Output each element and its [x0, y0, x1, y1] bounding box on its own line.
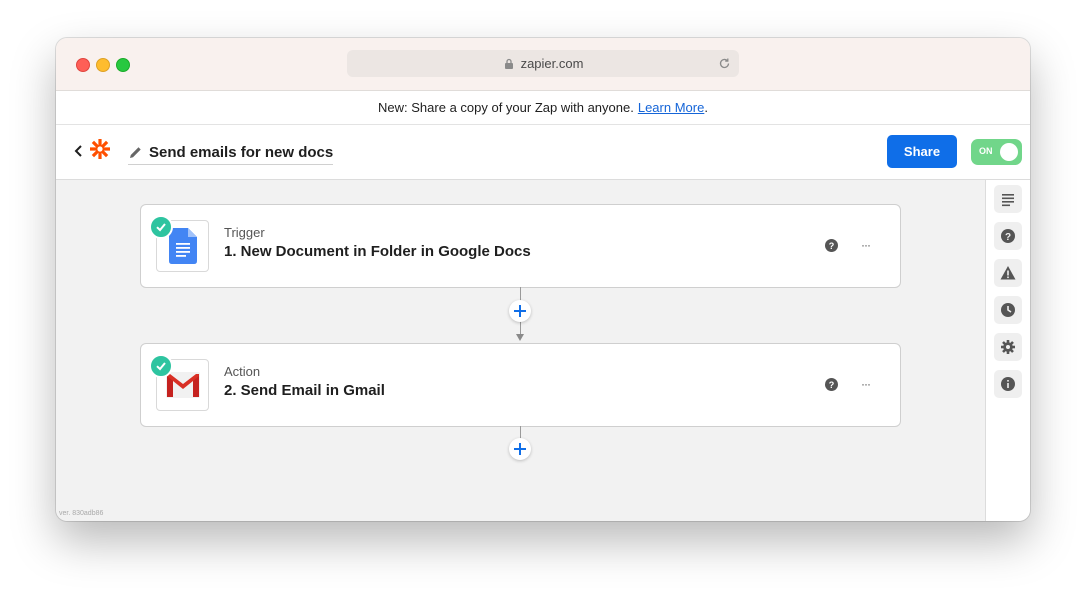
google-docs-icon	[168, 228, 197, 264]
sidebar-history-button[interactable]	[994, 296, 1022, 324]
add-step-button[interactable]	[509, 300, 531, 322]
zap-on-toggle[interactable]: ON	[971, 139, 1022, 165]
outline-icon	[1002, 194, 1014, 207]
lock-icon	[504, 58, 513, 69]
add-step-button[interactable]	[509, 438, 531, 460]
history-icon	[1001, 303, 1015, 317]
step-title: 1. New Document in Folder in Google Docs	[224, 243, 531, 260]
sidebar-outline-button[interactable]	[994, 185, 1022, 213]
plus-icon	[514, 305, 526, 317]
svg-text:?: ?	[829, 241, 835, 251]
toggle-label: ON	[979, 146, 993, 156]
step-title: 2. Send Email in Gmail	[224, 382, 385, 399]
step-more-menu[interactable]: ···	[861, 238, 871, 252]
sidebar-help-button[interactable]: ?	[994, 222, 1022, 250]
sidebar-info-button[interactable]	[994, 370, 1022, 398]
editor-sidebar: ?	[985, 180, 1030, 521]
zap-name: Send emails for new docs	[149, 143, 334, 161]
reload-icon[interactable]	[718, 57, 731, 70]
info-icon	[1001, 377, 1015, 391]
minimize-window-button[interactable]	[96, 58, 110, 72]
settings-icon	[1001, 340, 1015, 354]
browser-window: zapier.com New: Share a copy of your Zap…	[56, 38, 1030, 521]
step-complete-check-icon	[149, 215, 173, 239]
announcement-banner: New: Share a copy of your Zap with anyon…	[56, 91, 1030, 125]
trigger-step-card[interactable]: Trigger 1. New Document in Folder in Goo…	[140, 204, 901, 288]
step-complete-check-icon	[149, 354, 173, 378]
zapier-logo-icon[interactable]	[89, 138, 111, 160]
help-icon[interactable]: ?	[825, 378, 838, 391]
zap-editor-header: Send emails for new docs Share ON	[56, 125, 1030, 180]
warning-icon	[1000, 266, 1016, 280]
share-button[interactable]: Share	[887, 135, 957, 168]
banner-suffix: .	[704, 100, 708, 115]
help-icon[interactable]: ?	[825, 239, 838, 252]
step-type-label: Action	[224, 364, 261, 379]
banner-text: New: Share a copy of your Zap with anyon…	[378, 100, 634, 115]
pencil-icon	[130, 146, 141, 158]
connector-arrow-icon	[516, 334, 524, 341]
url-text: zapier.com	[520, 56, 584, 71]
svg-text:?: ?	[829, 380, 835, 390]
sidebar-settings-button[interactable]	[994, 333, 1022, 361]
action-step-card[interactable]: Action 2. Send Email in Gmail ? ···	[140, 343, 901, 427]
learn-more-link[interactable]: Learn More	[638, 100, 704, 115]
close-window-button[interactable]	[76, 58, 90, 72]
plus-icon	[514, 443, 526, 455]
address-bar[interactable]: zapier.com	[347, 50, 739, 77]
zap-name-editor[interactable]: Send emails for new docs	[128, 140, 334, 165]
step-more-menu[interactable]: ···	[861, 377, 871, 391]
gmail-icon	[165, 372, 200, 398]
version-label: ver. 830adb86	[59, 510, 104, 517]
zoom-window-button[interactable]	[116, 58, 130, 72]
svg-text:?: ?	[1005, 232, 1011, 243]
step-type-label: Trigger	[224, 225, 265, 240]
back-chevron-icon[interactable]	[73, 143, 85, 159]
toggle-knob	[1000, 143, 1018, 161]
browser-titlebar: zapier.com	[56, 38, 1030, 91]
sidebar-warning-button[interactable]	[994, 259, 1022, 287]
zap-editor-canvas: Trigger 1. New Document in Folder in Goo…	[56, 180, 985, 521]
help-icon: ?	[1001, 229, 1015, 243]
